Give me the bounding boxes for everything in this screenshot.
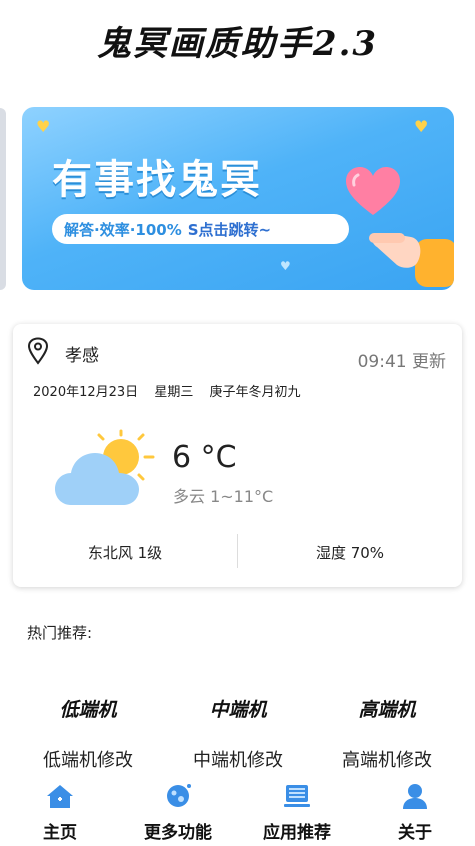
- banner-headline: 有事找鬼冥: [52, 157, 262, 203]
- nav-label: 关于: [398, 823, 432, 843]
- nav-label: 更多功能: [144, 823, 212, 843]
- lunar-date-text: 庚子年冬月初九: [209, 385, 301, 400]
- recommend-mid-end[interactable]: 中端机 中端机修改: [158, 695, 318, 772]
- weekday-text: 星期三: [154, 385, 194, 400]
- temperature: 6 °C: [172, 440, 237, 475]
- recommend-tag: 中端机: [209, 699, 267, 721]
- city-name: 孝感: [65, 346, 99, 366]
- high-end-modify-button[interactable]: 高端机修改: [307, 746, 467, 772]
- date-line: 2020年12月23日 星期三 庚子年冬月初九: [33, 381, 312, 400]
- date-text: 2020年12月23日: [33, 385, 139, 400]
- nav-label: 应用推荐: [263, 823, 331, 843]
- user-icon: [403, 784, 427, 809]
- banner-pill-action: S点击跳转~: [187, 220, 272, 239]
- mid-end-modify-button[interactable]: 中端机修改: [158, 746, 318, 772]
- nav-item-more[interactable]: 更多功能: [118, 778, 238, 843]
- nav-label: 主页: [43, 823, 77, 843]
- wind-info: 东北风 1级: [87, 544, 163, 562]
- nav-item-home[interactable]: 主页: [0, 778, 120, 843]
- weather-card[interactable]: 孝感 09:41 更新 2020年12月23日 星期三 庚子年冬月初九 6 °C…: [13, 324, 462, 587]
- cloudy-sun-icon: [55, 429, 155, 505]
- device-icon: [284, 785, 310, 807]
- promo-banner[interactable]: ♥ ♥ ♥ 有事找鬼冥 解答·效率·100% S点击跳转~: [22, 107, 454, 290]
- low-end-modify-button[interactable]: 低端机修改: [8, 746, 168, 772]
- recommend-high-end[interactable]: 高端机 高端机修改: [307, 695, 467, 772]
- bottom-nav: 主页 更多功能 应用推荐 关于: [0, 778, 475, 846]
- planet-icon: [167, 784, 191, 807]
- pointing-hand-icon: [369, 233, 454, 287]
- nav-item-about[interactable]: 关于: [355, 778, 475, 843]
- weather-condition: 多云 1~11°C: [173, 487, 274, 506]
- banner-pill[interactable]: 解答·效率·100% S点击跳转~: [52, 214, 349, 244]
- nav-item-app-recommend[interactable]: 应用推荐: [237, 778, 357, 843]
- heart-icon: ♥: [414, 117, 429, 136]
- recommend-tag: 低端机: [59, 699, 117, 721]
- humidity-info: 湿度 70%: [315, 544, 385, 562]
- heart-icon: ♥: [36, 117, 51, 136]
- recommend-low-end[interactable]: 低端机 低端机修改: [8, 695, 168, 772]
- section-title: 热门推荐:: [27, 624, 93, 642]
- location-pin-icon: [27, 337, 49, 365]
- home-icon: [47, 785, 73, 808]
- update-time: 09:41 更新: [357, 352, 446, 372]
- banner-pill-text: 解答·效率·100%: [64, 220, 182, 239]
- app-title: 鬼冥画质助手2.3: [96, 24, 379, 64]
- heart-icon: ♥: [280, 259, 291, 273]
- recommend-tag: 高端机: [358, 699, 416, 721]
- banner-previous-peek[interactable]: [0, 108, 6, 290]
